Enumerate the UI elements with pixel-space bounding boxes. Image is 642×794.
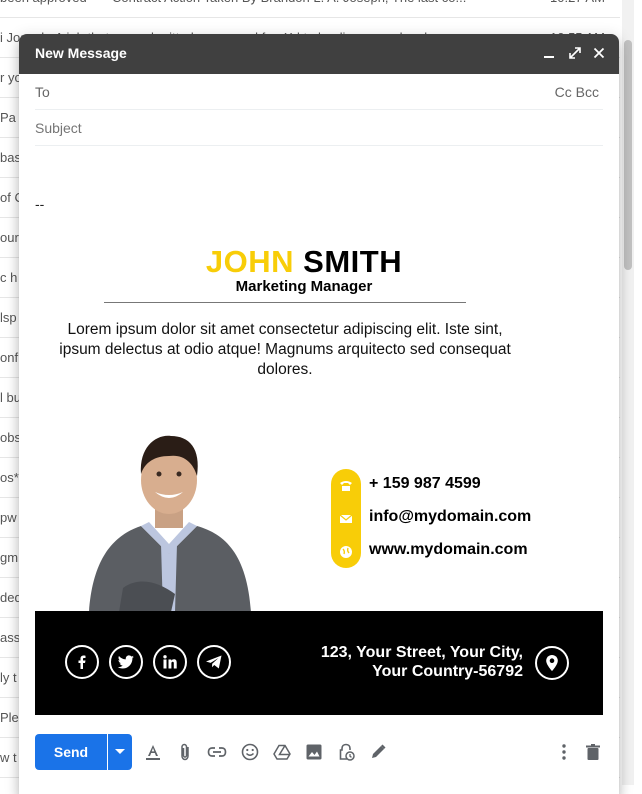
inbox-row-text: onfi — [0, 350, 21, 365]
trash-icon[interactable] — [583, 742, 603, 762]
inbox-row-text: obs — [0, 430, 21, 445]
phone-icon — [331, 469, 361, 502]
compose-window: New Message To Cc Bcc -- JOHN SMITH Mark… — [19, 34, 619, 794]
inbox-row-text: bas — [0, 150, 21, 165]
paperclip-icon[interactable] — [175, 742, 195, 762]
signature-name: JOHN SMITH — [19, 244, 589, 280]
signature-role: Marketing Manager — [235, 278, 373, 295]
compose-title: New Message — [35, 45, 127, 61]
inbox-row-time: 10:27 AM — [550, 0, 605, 5]
chevron-down-icon — [115, 749, 125, 754]
signature-description: Lorem ipsum dolor sit amet consectetur a… — [59, 321, 511, 378]
signature-address: 123, Your Street, Your City, Your Countr… — [321, 643, 523, 681]
inbox-row-snippet: Contract Action Taken By Brandon L. A. J… — [112, 0, 466, 5]
scrollbar-thumb[interactable] — [624, 40, 632, 270]
inbox-row-text: gm — [0, 550, 19, 565]
contact-phone: + 159 987 4599 — [331, 469, 571, 502]
inbox-row-text: been approved — [0, 0, 87, 5]
location-pin-icon[interactable] — [535, 646, 569, 680]
subject-input[interactable] — [35, 116, 595, 140]
inbox-row-text: pw — [0, 510, 17, 525]
inbox-row-text: Ple — [0, 710, 19, 725]
contact-website-text[interactable]: www.mydomain.com — [369, 541, 528, 559]
send-options-button[interactable] — [108, 734, 132, 770]
contact-email-text[interactable]: info@mydomain.com — [369, 508, 531, 526]
formatting-icon[interactable] — [143, 742, 163, 762]
inbox-row[interactable]: been approved Contract Action Taken By Br… — [0, 0, 620, 18]
signature-separator: -- — [35, 196, 45, 212]
linkedin-icon[interactable] — [153, 645, 187, 679]
globe-icon — [331, 535, 361, 568]
address-line-2: Your Country-56792 — [372, 663, 523, 680]
signature-footer: 123, Your Street, Your City, Your Countr… — [35, 611, 603, 715]
more-options-icon[interactable] — [554, 742, 574, 762]
send-button[interactable]: Send — [35, 734, 107, 770]
drive-icon[interactable] — [272, 742, 292, 762]
inbox-row-text: our — [0, 230, 19, 245]
inbox-row-text: Pa — [0, 110, 16, 125]
telegram-icon[interactable] — [197, 645, 231, 679]
close-icon[interactable] — [589, 44, 609, 64]
signature-last-name: SMITH — [303, 244, 403, 279]
fullscreen-icon[interactable] — [565, 44, 585, 64]
cc-bcc-link[interactable]: Cc Bcc — [555, 84, 599, 100]
signature-pen-icon[interactable] — [368, 742, 388, 762]
profile-photo — [89, 435, 251, 612]
inbox-row-text: c h — [0, 270, 18, 285]
compose-toolbar: Send — [19, 734, 619, 774]
link-icon[interactable] — [207, 742, 227, 762]
inbox-row-text: ass — [0, 630, 21, 645]
address-line-1: 123, Your Street, Your City, — [320, 644, 523, 661]
signature-divider — [104, 302, 466, 303]
signature-first-name: JOHN — [205, 244, 295, 279]
to-label: To — [35, 84, 50, 100]
subject-field[interactable] — [35, 110, 603, 146]
inbox-row-text: l bu — [0, 390, 21, 405]
facebook-icon[interactable] — [65, 645, 99, 679]
twitter-icon[interactable] — [109, 645, 143, 679]
to-input[interactable] — [65, 80, 545, 104]
inbox-scrollbar[interactable] — [622, 0, 634, 785]
compose-titlebar[interactable]: New Message — [19, 34, 619, 74]
minimize-icon[interactable] — [539, 44, 559, 64]
contact-phone-text[interactable]: + 159 987 4599 — [369, 475, 481, 493]
envelope-icon — [331, 502, 361, 535]
contact-email: info@mydomain.com — [331, 502, 571, 535]
emoji-icon[interactable] — [240, 742, 260, 762]
image-icon[interactable] — [304, 742, 324, 762]
inbox-row-text: lsp — [0, 310, 17, 325]
confidential-mode-icon[interactable] — [336, 742, 356, 762]
inbox-row-text: w t — [0, 750, 17, 765]
contact-website: www.mydomain.com — [331, 535, 571, 568]
inbox-row-text: ly t — [0, 670, 17, 685]
to-field[interactable]: To Cc Bcc — [35, 74, 603, 110]
